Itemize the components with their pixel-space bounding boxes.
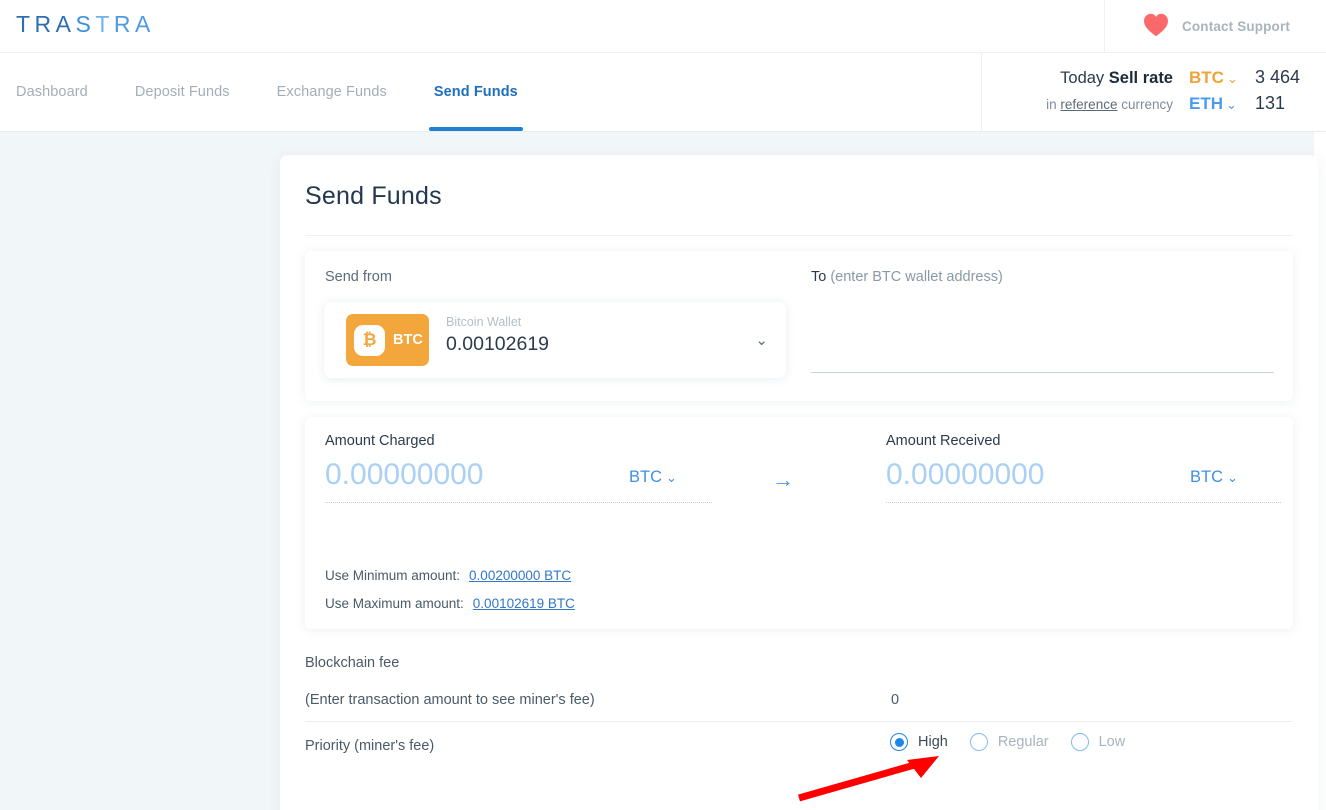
source-wallet-selector[interactable]: ₿ BTC Bitcoin Wallet 0.00102619 ⌄ <box>324 302 786 378</box>
contact-support-label: Contact Support <box>1182 18 1290 34</box>
to-address-field[interactable] <box>811 303 1274 373</box>
amount-received-underline <box>886 502 1281 503</box>
logo-part-4: RA <box>113 11 155 37</box>
app-window: TRASTRA Contact Support Dashboard Deposi… <box>0 0 1326 810</box>
to-address-input[interactable] <box>811 351 1274 373</box>
chevron-down-icon: ⌄ <box>1226 71 1238 86</box>
contact-support-button[interactable]: Contact Support <box>1104 0 1326 52</box>
sell-rate-emphasis: Sell rate <box>1108 69 1173 87</box>
to-address-label: To (enter BTC wallet address) <box>811 269 1003 285</box>
wallet-balance: 0.00102619 <box>446 333 550 355</box>
btc-badge: ₿ BTC <box>346 314 429 366</box>
blockchain-fee-note: (Enter transaction amount to see miner's… <box>305 692 595 708</box>
nav-bar: Dashboard Deposit Funds Exchange Funds S… <box>0 53 1326 132</box>
brand-logo[interactable]: TRASTRA <box>16 11 155 38</box>
priority-option-low[interactable]: Low <box>1070 733 1126 751</box>
chevron-down-icon: ⌄ <box>1226 97 1237 112</box>
reference-currency-label: ETH <box>1189 94 1223 113</box>
use-maximum-row: Use Maximum amount: 0.00102619 BTC <box>325 596 575 611</box>
chevron-down-icon: ⌄ <box>1227 470 1238 485</box>
top-bar: TRASTRA Contact Support <box>0 0 1326 53</box>
amount-charged-label: Amount Charged <box>325 433 435 449</box>
page-title: Send Funds <box>305 182 442 210</box>
send-funds-card: Send Funds Send from ₿ BTC Bitcoin Walle… <box>280 155 1318 810</box>
nav-tab-exchange-funds[interactable]: Exchange Funds <box>277 53 387 131</box>
sell-rate-label: Today Sell rate <box>1001 69 1173 88</box>
priority-option-regular-label: Regular <box>997 734 1049 750</box>
reference-currency-dropdown[interactable]: ETH ⌄ <box>1189 94 1255 114</box>
nav-tab-deposit-funds[interactable]: Deposit Funds <box>135 53 230 131</box>
nav-tab-dashboard[interactable]: Dashboard <box>16 53 88 131</box>
reference-link[interactable]: reference <box>1060 97 1117 112</box>
heart-icon <box>1144 13 1168 37</box>
use-minimum-link[interactable]: 0.00200000 BTC <box>469 568 571 583</box>
arrow-right-icon: → <box>772 467 794 492</box>
radio-icon <box>1070 733 1089 751</box>
title-divider <box>305 235 1293 236</box>
amount-charged-underline <box>325 502 712 503</box>
priority-label: Priority (miner's fee) <box>305 738 435 754</box>
sell-rate-row: Today Sell rate BTC ⌄ 3 464 <box>1001 67 1326 93</box>
exchange-rate-panel: Today Sell rate BTC ⌄ 3 464 in reference … <box>981 53 1326 131</box>
priority-option-high-label: High <box>918 734 948 750</box>
amount-charged-currency-dropdown[interactable]: BTC ⌄ <box>629 468 677 487</box>
amount-received-label: Amount Received <box>886 433 1001 449</box>
blockchain-fee-value: 0 <box>891 692 900 708</box>
amount-charged-input[interactable] <box>325 458 645 492</box>
logo-part-3: T <box>95 11 114 37</box>
amount-panel: Amount Charged BTC ⌄ → Amount Received BT… <box>305 417 1293 629</box>
use-maximum-link[interactable]: 0.00102619 BTC <box>473 596 575 611</box>
reference-suffix: currency <box>1117 97 1173 112</box>
logo-part-1: TRA <box>16 11 76 37</box>
reference-rate-value: 131 <box>1255 93 1286 113</box>
nav-tab-send-funds[interactable]: Send Funds <box>428 53 523 131</box>
sell-rate-value: 3 464 <box>1255 67 1301 87</box>
fee-divider <box>305 721 1293 722</box>
use-minimum-label: Use Minimum amount: <box>325 568 461 583</box>
sell-rate-currency-dropdown[interactable]: BTC ⌄ <box>1189 68 1255 88</box>
blockchain-fee-label: Blockchain fee <box>305 655 400 671</box>
send-from-panel: Send from ₿ BTC Bitcoin Wallet 0.0010261… <box>305 251 1293 401</box>
reference-rate-label: in reference currency <box>1001 97 1173 112</box>
radio-icon <box>890 733 908 751</box>
btc-badge-code: BTC <box>393 332 423 348</box>
priority-option-low-label: Low <box>1098 734 1126 750</box>
send-from-label: Send from <box>325 269 392 285</box>
reference-prefix: in <box>1046 97 1061 112</box>
amount-received-input[interactable] <box>886 458 1206 492</box>
priority-option-high[interactable]: High <box>890 733 948 751</box>
use-maximum-label: Use Maximum amount: <box>325 596 464 611</box>
sell-rate-currency-label: BTC <box>1189 68 1224 87</box>
bitcoin-icon: ₿ <box>354 324 385 356</box>
amount-received-currency-dropdown[interactable]: BTC ⌄ <box>1190 468 1238 487</box>
logo-part-2: S <box>75 11 96 37</box>
sell-rate-prefix: Today <box>1060 69 1109 87</box>
nav-tabs: Dashboard Deposit Funds Exchange Funds S… <box>16 53 565 131</box>
chevron-down-icon: ⌄ <box>666 470 677 485</box>
wallet-name: Bitcoin Wallet <box>446 315 522 329</box>
use-minimum-row: Use Minimum amount: 0.00200000 BTC <box>325 568 571 583</box>
to-label-muted: (enter BTC wallet address) <box>830 269 1003 285</box>
amount-charged-currency-label: BTC <box>629 468 662 486</box>
priority-radio-group: High Regular Low <box>890 733 1147 751</box>
reference-rate-row: in reference currency ETH ⌄ 131 <box>1001 93 1326 119</box>
chevron-down-icon: ⌄ <box>755 332 768 349</box>
radio-icon <box>969 733 988 751</box>
amount-received-currency-label: BTC <box>1190 468 1223 486</box>
to-label-strong: To <box>811 269 831 285</box>
priority-option-regular[interactable]: Regular <box>969 733 1049 751</box>
